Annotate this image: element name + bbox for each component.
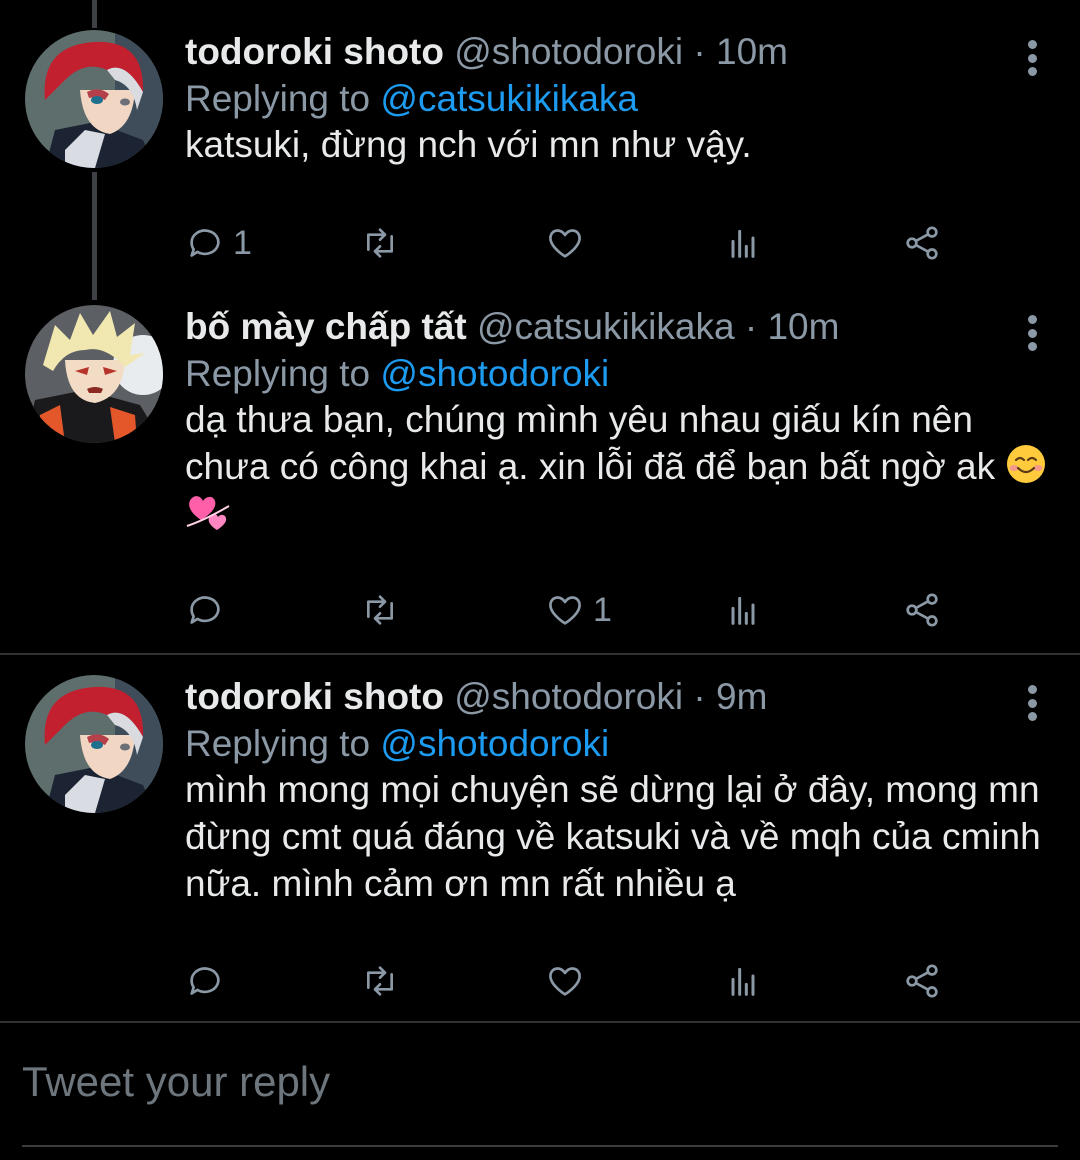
avatar[interactable] <box>25 30 163 168</box>
retweet-icon <box>367 595 393 625</box>
reply-icon <box>190 229 220 257</box>
like-count: 1 <box>593 590 612 629</box>
like-button[interactable] <box>545 956 593 1006</box>
reply-button[interactable] <box>185 585 233 635</box>
tweet-header: todoroki shoto @shotodoroki · 10m <box>185 28 788 76</box>
share-button[interactable] <box>902 956 942 1006</box>
share-button[interactable] <box>902 218 942 268</box>
mention-link[interactable]: @catsukikikaka <box>380 78 638 119</box>
mention-link[interactable]: @shotodoroki <box>380 353 609 394</box>
share-icon <box>906 593 938 627</box>
avatar[interactable] <box>25 305 163 443</box>
reply-input[interactable]: Tweet your reply <box>22 1058 330 1106</box>
replying-to: Replying to @shotodoroki <box>185 720 609 768</box>
heart-icon <box>549 229 581 258</box>
reply-input-underline <box>22 1145 1058 1147</box>
reply-count: 1 <box>233 223 252 262</box>
retweet-icon <box>367 966 393 996</box>
mention-link[interactable]: @shotodoroki <box>380 723 609 764</box>
more-icon[interactable] <box>1026 315 1038 351</box>
compose-divider <box>0 1021 1080 1023</box>
reply-icon <box>190 596 220 624</box>
replying-to-label: Replying to <box>185 78 381 119</box>
reply-icon <box>190 967 220 995</box>
tweet-actions: 1 <box>185 218 965 268</box>
timestamp[interactable]: · 10m <box>693 31 788 72</box>
tweet[interactable]: todoroki shoto @shotodoroki · 10m Replyi… <box>0 28 1080 278</box>
heart-icon <box>549 967 581 996</box>
more-icon[interactable] <box>1026 40 1038 76</box>
views-button[interactable] <box>723 218 763 268</box>
reply-button[interactable]: 1 <box>185 218 252 268</box>
tweet-text: mình mong mọi chuyện sẽ dừng lại ở đây, … <box>185 769 1041 904</box>
analytics-icon <box>731 229 755 258</box>
like-button[interactable] <box>545 218 593 268</box>
replying-to-label: Replying to <box>185 353 381 394</box>
display-name[interactable]: todoroki shoto <box>185 676 444 717</box>
timestamp[interactable]: · 9m <box>693 676 767 717</box>
replying-to-label: Replying to <box>185 723 381 764</box>
tweet-actions: 1 <box>185 585 965 635</box>
tweet-header: bố mày chấp tất @catsukikikaka · 10m <box>185 303 839 351</box>
retweet-button[interactable] <box>360 218 400 268</box>
display-name[interactable]: todoroki shoto <box>185 31 444 72</box>
tweet-divider <box>0 653 1080 655</box>
more-icon[interactable] <box>1026 685 1038 721</box>
replying-to: Replying to @shotodoroki <box>185 350 609 398</box>
avatar-bakugo-image <box>25 305 163 443</box>
tweet-header: todoroki shoto @shotodoroki · 9m <box>185 673 767 721</box>
avatar-todoroki-image <box>25 30 163 168</box>
avatar[interactable] <box>25 675 163 813</box>
tweet-text: katsuki, đừng nch với mn như vậy. <box>185 124 752 165</box>
reply-button[interactable] <box>185 956 233 1006</box>
avatar-todoroki-image <box>25 675 163 813</box>
user-handle[interactable]: @shotodoroki <box>454 31 683 72</box>
tweet[interactable]: bố mày chấp tất @catsukikikaka · 10m Rep… <box>0 303 1080 653</box>
two-hearts-emoji-icon <box>186 496 230 530</box>
tweet-text-content: dạ thưa bạn, chúng mình yêu nhau giấu kí… <box>185 399 996 487</box>
smiling-face-emoji-icon <box>1007 445 1046 483</box>
retweet-button[interactable] <box>360 585 400 635</box>
retweet-icon <box>367 228 393 258</box>
analytics-icon <box>731 596 755 625</box>
heart-icon <box>549 596 581 625</box>
tweet-text: dạ thưa bạn, chúng mình yêu nhau giấu kí… <box>185 396 1055 537</box>
timestamp[interactable]: · 10m <box>745 306 840 347</box>
replying-to: Replying to @catsukikikaka <box>185 75 638 123</box>
like-button[interactable]: 1 <box>545 585 612 635</box>
retweet-button[interactable] <box>360 956 400 1006</box>
analytics-icon <box>731 967 755 996</box>
tweet-actions <box>185 956 965 1006</box>
tweet[interactable]: todoroki shoto @shotodoroki · 9m Replyin… <box>0 673 1080 1018</box>
display-name[interactable]: bố mày chấp tất <box>185 306 467 347</box>
share-icon <box>906 964 938 998</box>
user-handle[interactable]: @shotodoroki <box>454 676 683 717</box>
share-button[interactable] <box>902 585 942 635</box>
share-icon <box>906 226 938 260</box>
views-button[interactable] <box>723 956 763 1006</box>
views-button[interactable] <box>723 585 763 635</box>
thread-line <box>92 0 97 28</box>
user-handle[interactable]: @catsukikikaka <box>477 306 735 347</box>
